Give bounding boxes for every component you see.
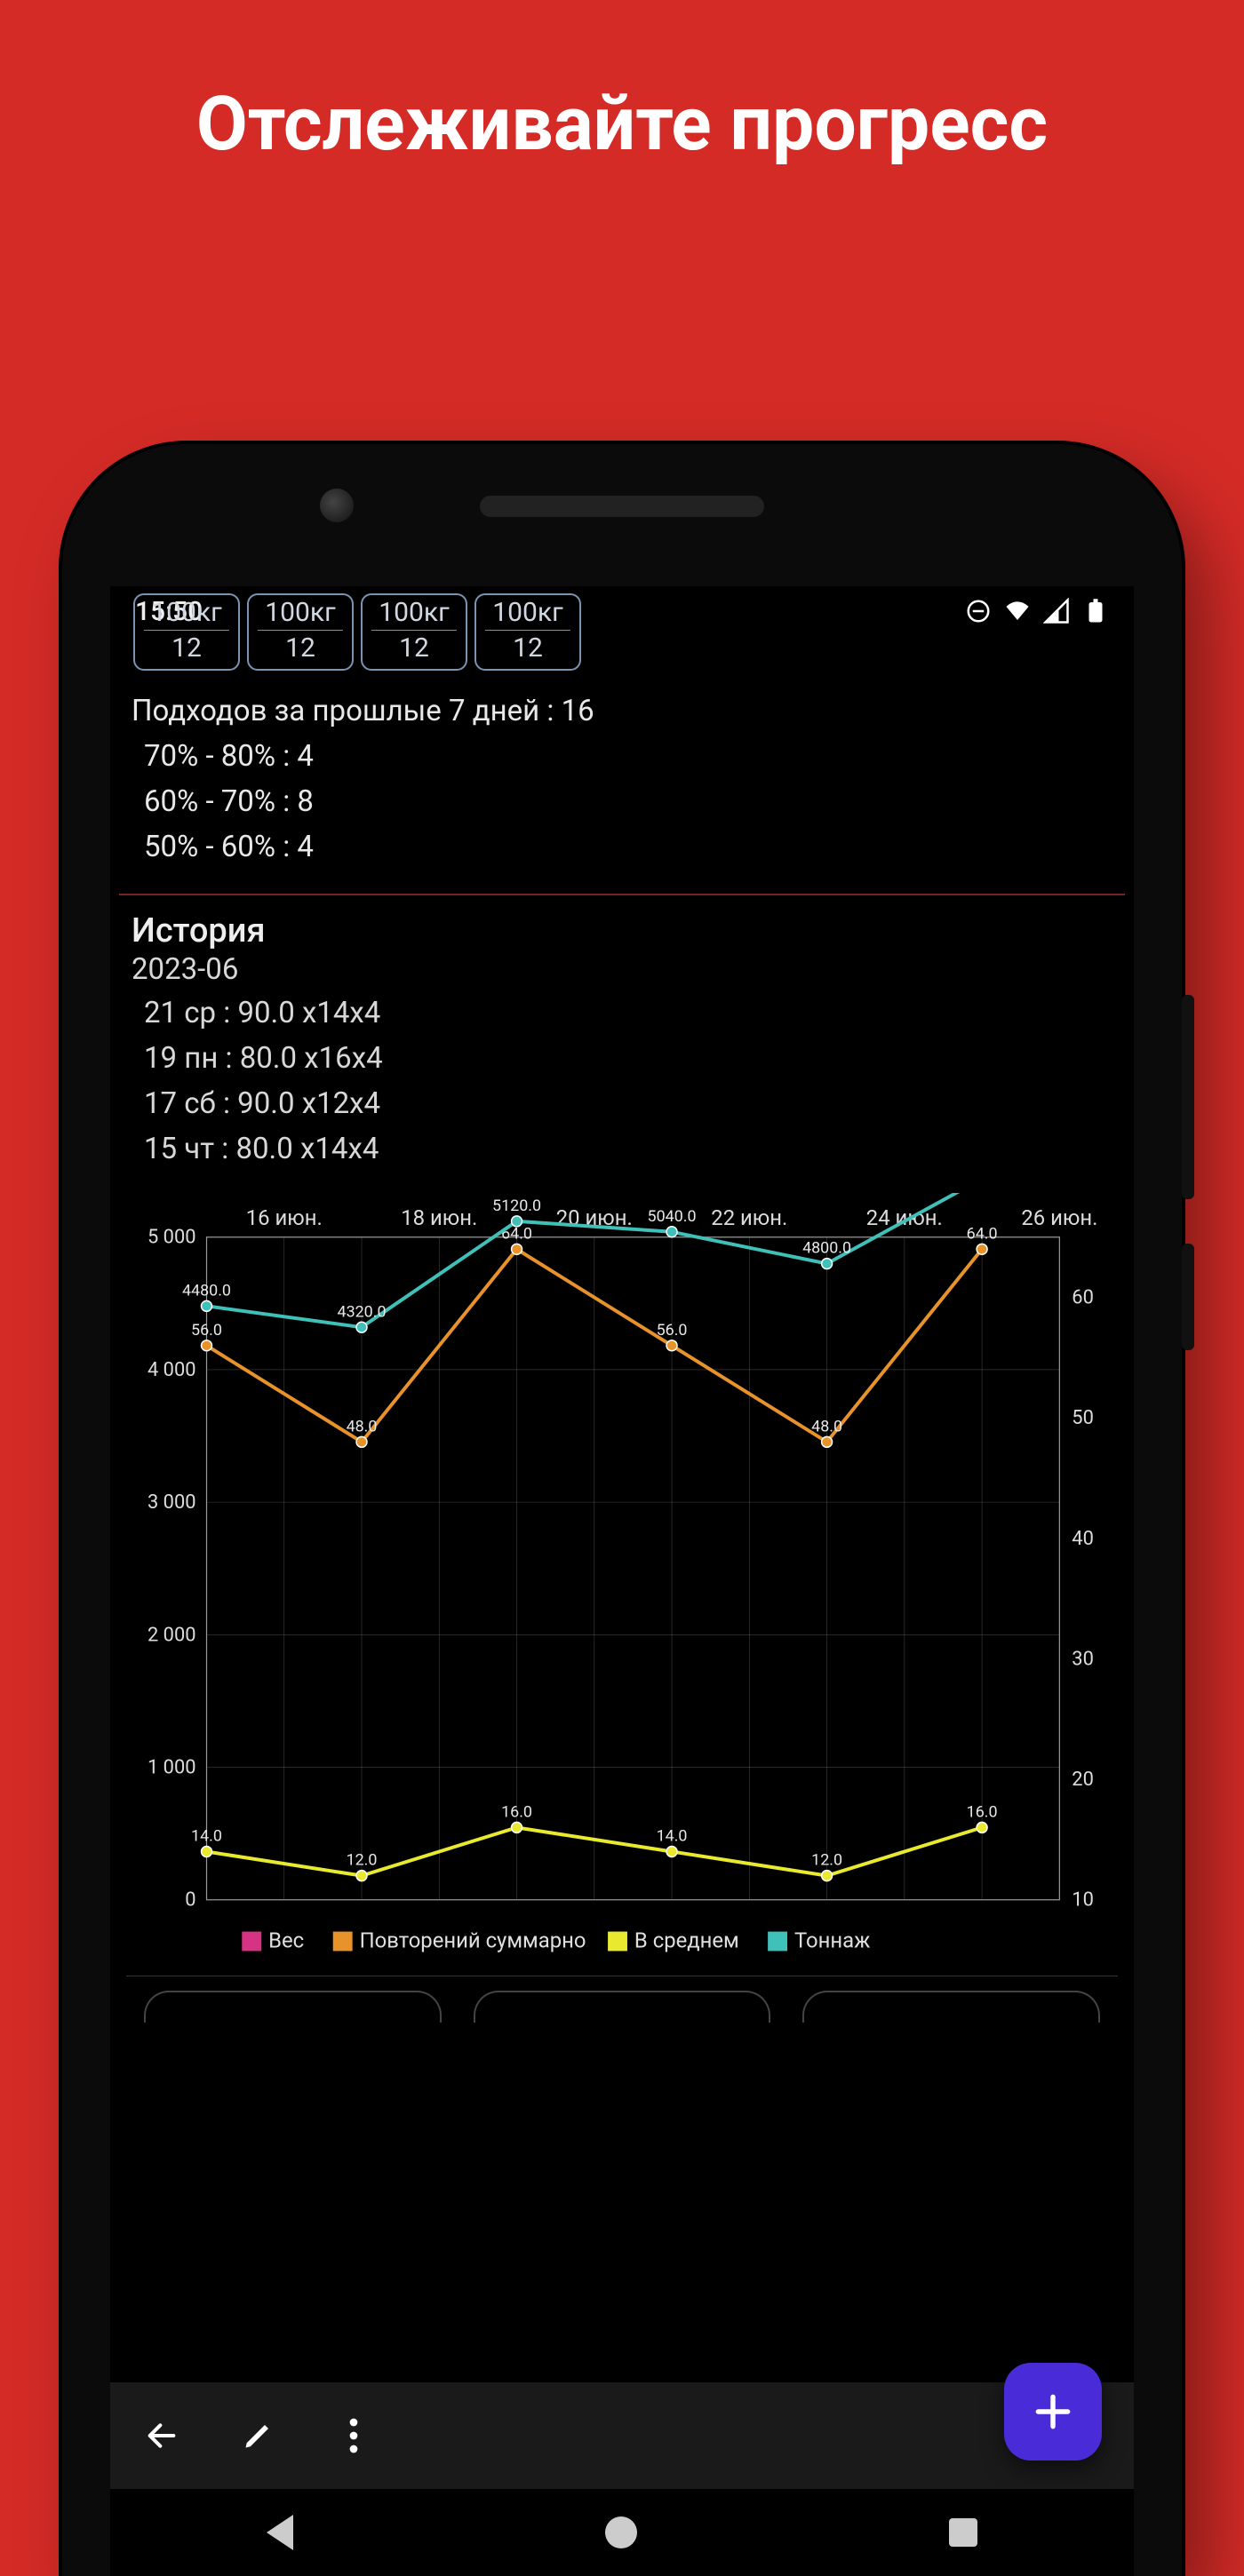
svg-text:В среднем: В среднем bbox=[634, 1928, 739, 1953]
front-camera bbox=[320, 489, 354, 522]
svg-text:48.0: 48.0 bbox=[347, 1418, 378, 1436]
svg-text:10: 10 bbox=[1072, 1889, 1094, 1912]
kebab-icon bbox=[349, 2416, 358, 2455]
svg-text:4320.0: 4320.0 bbox=[338, 1302, 387, 1321]
stats-range: 70% - 80% : 4 bbox=[132, 734, 1112, 779]
svg-text:56.0: 56.0 bbox=[657, 1321, 688, 1340]
hero-title: Отслеживайте прогресс bbox=[0, 0, 1244, 186]
nav-recent-icon[interactable] bbox=[949, 2518, 977, 2547]
svg-text:24 июн.: 24 июн. bbox=[866, 1205, 943, 1230]
arrow-left-icon bbox=[144, 2418, 179, 2453]
svg-text:14.0: 14.0 bbox=[657, 1827, 688, 1846]
phone-frame: 15:50 100кг12 100кг12 100кг12 100кг12 По… bbox=[62, 444, 1182, 2576]
history-entry: 15 чт : 80.0 x14x4 bbox=[132, 1126, 1112, 1172]
svg-text:3 000: 3 000 bbox=[148, 1491, 196, 1514]
svg-text:60: 60 bbox=[1072, 1287, 1094, 1309]
set-reps: 12 bbox=[139, 632, 235, 664]
set-cell[interactable]: 100кг 12 bbox=[361, 593, 467, 671]
svg-text:22 июн.: 22 июн. bbox=[711, 1205, 787, 1230]
svg-text:Тоннаж: Тоннаж bbox=[794, 1928, 870, 1953]
svg-text:64.0: 64.0 bbox=[967, 1224, 998, 1243]
svg-text:5 000: 5 000 bbox=[148, 1227, 196, 1249]
dnd-icon bbox=[965, 598, 992, 624]
bottom-bar bbox=[110, 2382, 1134, 2489]
set-weight: 100кг bbox=[252, 597, 348, 628]
svg-text:2 000: 2 000 bbox=[148, 1624, 196, 1646]
set-cell[interactable]: 100кг 12 bbox=[474, 593, 581, 671]
stats-headline: Подходов за прошлые 7 дней : 16 bbox=[132, 688, 1112, 734]
set-cell[interactable]: 100кг 12 bbox=[247, 593, 354, 671]
svg-text:12.0: 12.0 bbox=[347, 1851, 378, 1870]
tab-hints bbox=[119, 1976, 1125, 2023]
history-entry: 21 ср : 90.0 x14x4 bbox=[132, 990, 1112, 1036]
stats-range: 50% - 60% : 4 bbox=[132, 824, 1112, 870]
tab-hint[interactable] bbox=[144, 1991, 442, 2023]
progress-chart[interactable]: 0 1 000 2 000 3 000 4 000 5 000 10 20 30 40 50 60 16… bbox=[119, 1193, 1125, 1970]
android-navbar bbox=[110, 2489, 1134, 2576]
svg-text:Вес: Вес bbox=[268, 1928, 304, 1953]
set-reps: 12 bbox=[252, 632, 348, 664]
more-button[interactable] bbox=[327, 2409, 380, 2462]
tab-hint[interactable] bbox=[802, 1991, 1100, 2023]
svg-text:12.0: 12.0 bbox=[811, 1851, 842, 1870]
svg-text:18 июн.: 18 июн. bbox=[401, 1205, 477, 1230]
history-section: История 2023-06 21 ср : 90.0 x14x4 19 пн… bbox=[119, 895, 1125, 1194]
wifi-icon bbox=[1004, 598, 1031, 624]
history-entry: 19 пн : 80.0 x16x4 bbox=[132, 1036, 1112, 1081]
set-reps: 12 bbox=[480, 632, 576, 664]
svg-text:16.0: 16.0 bbox=[967, 1803, 998, 1822]
battery-icon bbox=[1082, 598, 1109, 624]
svg-text:4800.0: 4800.0 bbox=[802, 1239, 851, 1258]
history-month: 2023-06 bbox=[132, 952, 1112, 987]
stats-block: Подходов за прошлые 7 дней : 16 70% - 80… bbox=[119, 671, 1125, 894]
back-button[interactable] bbox=[135, 2409, 188, 2462]
set-weight: 100кг bbox=[139, 597, 235, 628]
nav-back-icon[interactable] bbox=[267, 2515, 293, 2550]
svg-text:0: 0 bbox=[185, 1889, 195, 1912]
app-content: 100кг 12 100кг 12 100кг 12 100кг 12 Подходов… bbox=[110, 593, 1134, 2023]
svg-text:1 000: 1 000 bbox=[148, 1757, 196, 1779]
svg-text:14.0: 14.0 bbox=[191, 1827, 222, 1846]
svg-text:50: 50 bbox=[1072, 1407, 1094, 1429]
svg-text:16 июн.: 16 июн. bbox=[246, 1205, 323, 1230]
history-title: История bbox=[132, 911, 1112, 950]
tab-hint[interactable] bbox=[474, 1991, 771, 2023]
svg-text:26 июн.: 26 июн. bbox=[1021, 1205, 1097, 1230]
nav-home-icon[interactable] bbox=[605, 2516, 637, 2548]
add-fab[interactable] bbox=[1004, 2363, 1102, 2461]
svg-text:48.0: 48.0 bbox=[811, 1418, 842, 1436]
svg-text:56.0: 56.0 bbox=[191, 1321, 222, 1340]
set-cell[interactable]: 100кг 12 bbox=[133, 593, 240, 671]
plus-icon bbox=[1031, 2389, 1075, 2434]
screen: 15:50 100кг12 100кг12 100кг12 100кг12 По… bbox=[110, 586, 1134, 2576]
svg-text:Повторений суммарно: Повторений суммарно bbox=[360, 1928, 586, 1953]
history-entry: 17 сб : 90.0 x12x4 bbox=[132, 1081, 1112, 1126]
svg-text:5040.0: 5040.0 bbox=[648, 1207, 697, 1226]
svg-text:4 000: 4 000 bbox=[148, 1359, 196, 1381]
signal-icon bbox=[1043, 598, 1070, 624]
speaker-grille bbox=[480, 496, 764, 517]
volume-button bbox=[1182, 995, 1194, 1199]
svg-text:40: 40 bbox=[1072, 1528, 1094, 1550]
svg-text:20: 20 bbox=[1072, 1769, 1094, 1791]
set-weight: 100кг bbox=[480, 597, 576, 628]
svg-text:4480.0: 4480.0 bbox=[182, 1282, 231, 1300]
set-weight: 100кг bbox=[366, 597, 462, 628]
edit-button[interactable] bbox=[231, 2409, 284, 2462]
svg-text:16.0: 16.0 bbox=[501, 1803, 532, 1822]
svg-text:30: 30 bbox=[1072, 1649, 1094, 1671]
power-button bbox=[1182, 1244, 1194, 1350]
pencil-icon bbox=[242, 2420, 274, 2452]
svg-text:5120.0: 5120.0 bbox=[492, 1197, 541, 1215]
stats-range: 60% - 70% : 8 bbox=[132, 779, 1112, 824]
set-reps: 12 bbox=[366, 632, 462, 664]
